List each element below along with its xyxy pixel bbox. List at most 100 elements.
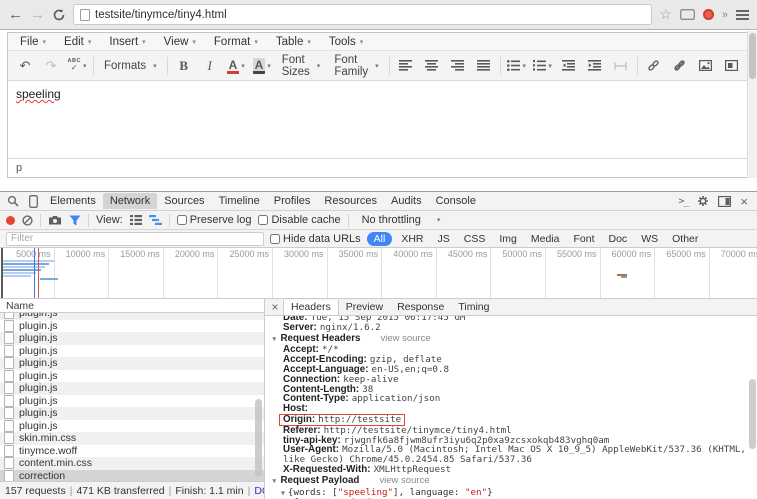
settings-gear-icon[interactable]: [697, 195, 709, 207]
network-request-row[interactable]: content.min.css: [0, 457, 264, 470]
devtools-close-icon[interactable]: ×: [740, 194, 748, 209]
triangle-down-icon[interactable]: ▼: [271, 478, 277, 485]
font-family-dropdown[interactable]: Font Family▾: [327, 55, 385, 77]
reload-icon[interactable]: [52, 8, 66, 22]
network-request-row[interactable]: plugin.js: [0, 357, 264, 370]
record-network-button[interactable]: [6, 216, 15, 225]
tab-resources[interactable]: Resources: [317, 193, 384, 209]
filter-type-css[interactable]: CSS: [459, 232, 491, 246]
menu-tools[interactable]: Tools▾: [321, 35, 371, 49]
outdent-button[interactable]: [556, 55, 582, 77]
filter-type-media[interactable]: Media: [526, 232, 565, 246]
backcolor-button[interactable]: A▾: [249, 55, 275, 77]
numbered-list-button[interactable]: ▾: [530, 55, 556, 77]
filter-type-all[interactable]: All: [367, 232, 393, 246]
detail-tab-headers[interactable]: Headers: [283, 300, 339, 315]
name-column-header[interactable]: Name: [0, 299, 264, 313]
hide-data-urls-checkbox[interactable]: Hide data URLs: [270, 233, 361, 245]
misspelled-word[interactable]: speeling: [16, 87, 61, 101]
close-detail-icon[interactable]: ×: [267, 300, 283, 314]
redo-button[interactable]: ↷: [38, 55, 64, 77]
formats-dropdown[interactable]: Formats▾: [97, 55, 164, 77]
console-drawer-icon[interactable]: >_: [678, 196, 688, 207]
spellcheck-button[interactable]: ABC✓ ▾: [64, 55, 90, 77]
tab-audits[interactable]: Audits: [384, 193, 429, 209]
bold-button[interactable]: B: [171, 55, 197, 77]
back-icon[interactable]: ←: [8, 7, 23, 22]
tab-profiles[interactable]: Profiles: [267, 193, 318, 209]
tab-elements[interactable]: Elements: [43, 193, 103, 209]
detail-scrollbar-thumb[interactable]: [749, 379, 756, 449]
disable-cache-checkbox[interactable]: Disable cache: [258, 214, 340, 226]
network-request-row[interactable]: correction: [0, 470, 264, 482]
filter-type-other[interactable]: Other: [667, 232, 703, 246]
network-request-row[interactable]: plugin.js: [0, 407, 264, 420]
menu-format[interactable]: Format▾: [206, 35, 266, 49]
triangle-down-icon[interactable]: ▼: [281, 489, 285, 497]
tab-network[interactable]: Network: [103, 193, 157, 209]
network-request-row[interactable]: plugin.js: [0, 345, 264, 358]
view-source-link[interactable]: view source: [379, 475, 429, 486]
font-sizes-dropdown[interactable]: Font Sizes▾: [275, 55, 328, 77]
filter-type-xhr[interactable]: XHR: [396, 232, 428, 246]
network-overview-strip[interactable]: 5000 ms10000 ms15000 ms20000 ms25000 ms3…: [0, 248, 757, 299]
network-request-row[interactable]: plugin.js: [0, 420, 264, 433]
network-request-row[interactable]: plugin.js: [0, 382, 264, 395]
align-center-button[interactable]: [419, 55, 445, 77]
overflow-icon[interactable]: »: [722, 9, 728, 21]
forecolor-button[interactable]: A▾: [223, 55, 249, 77]
undo-button[interactable]: ↶: [12, 55, 38, 77]
view-list-icon[interactable]: [130, 215, 142, 225]
address-bar[interactable]: testsite/tinymce/tiny4.html: [73, 4, 652, 25]
record-extension-icon[interactable]: [703, 9, 714, 20]
cast-icon[interactable]: [680, 9, 695, 20]
disable-cache-box[interactable]: [258, 215, 268, 225]
clear-icon[interactable]: [22, 215, 33, 226]
tab-timeline[interactable]: Timeline: [212, 193, 267, 209]
menu-file[interactable]: File▾: [12, 35, 54, 49]
page-scrollbar[interactable]: [747, 31, 757, 178]
forward-icon[interactable]: →: [30, 7, 45, 22]
network-request-row[interactable]: tinymce.woff: [0, 445, 264, 458]
element-path[interactable]: p: [16, 162, 22, 174]
menu-insert[interactable]: Insert▾: [101, 35, 153, 49]
indent-button[interactable]: [582, 55, 608, 77]
bullet-list-button[interactable]: ▾: [504, 55, 530, 77]
menu-table[interactable]: Table▾: [268, 35, 319, 49]
align-right-button[interactable]: [445, 55, 471, 77]
request-list-scrollbar-thumb[interactable]: [255, 399, 262, 477]
triangle-down-icon[interactable]: ▼: [271, 336, 277, 343]
network-request-row[interactable]: plugin.js: [0, 370, 264, 383]
media-button[interactable]: [719, 55, 745, 77]
menu-view[interactable]: View▾: [156, 35, 204, 49]
preserve-log-checkbox[interactable]: Preserve log: [177, 214, 252, 226]
inspect-element-icon[interactable]: [3, 193, 23, 209]
url-text[interactable]: testsite/tinymce/tiny4.html: [95, 9, 227, 21]
detail-tab-response[interactable]: Response: [390, 300, 451, 315]
link-button[interactable]: [641, 55, 667, 77]
bookmark-star-icon[interactable]: ☆: [659, 6, 672, 23]
hide-data-urls-box[interactable]: [270, 234, 280, 244]
network-request-row[interactable]: plugin.js: [0, 320, 264, 333]
tab-sources[interactable]: Sources: [157, 193, 211, 209]
align-left-button[interactable]: [393, 55, 419, 77]
view-source-link[interactable]: view source: [380, 333, 430, 344]
filter-type-img[interactable]: Img: [494, 232, 522, 246]
menu-edit[interactable]: Edit▾: [56, 35, 99, 49]
filter-type-font[interactable]: Font: [568, 232, 599, 246]
italic-button[interactable]: I: [197, 55, 223, 77]
editor-content-area[interactable]: speeling: [8, 81, 747, 158]
network-request-row[interactable]: skin.min.css: [0, 432, 264, 445]
device-toolbar-icon[interactable]: [23, 193, 43, 209]
page-scrollbar-thumb[interactable]: [749, 33, 756, 79]
justify-button[interactable]: [471, 55, 497, 77]
filter-type-doc[interactable]: Doc: [604, 232, 633, 246]
filter-input[interactable]: [6, 232, 264, 246]
chrome-menu-icon[interactable]: [736, 10, 749, 20]
filter-funnel-icon[interactable]: [69, 215, 81, 226]
image-button[interactable]: [693, 55, 719, 77]
network-request-row[interactable]: plugin.js: [0, 395, 264, 408]
unlink-button[interactable]: [667, 55, 693, 77]
view-waterfall-icon[interactable]: [149, 215, 162, 225]
nonbreaking-button[interactable]: [608, 55, 634, 77]
